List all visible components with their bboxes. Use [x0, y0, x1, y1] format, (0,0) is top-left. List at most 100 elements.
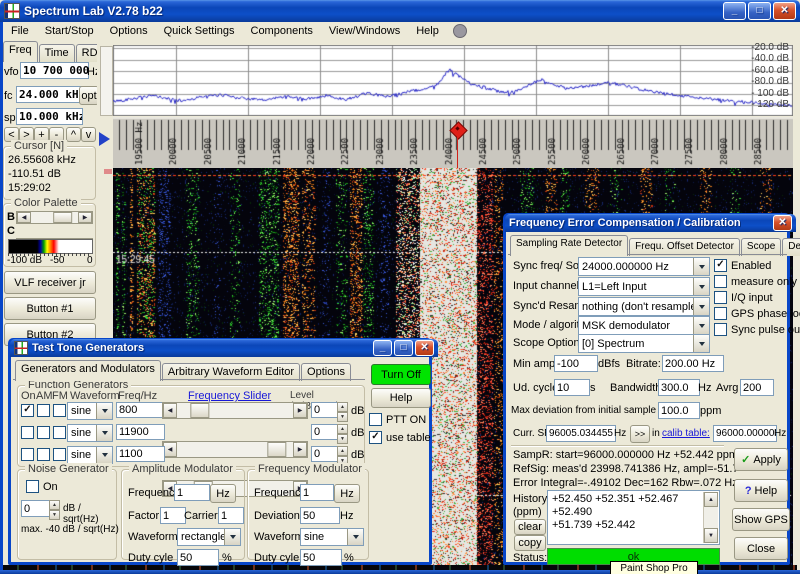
- frequency-scale[interactable]: [113, 117, 793, 168]
- menu-options[interactable]: Options: [102, 23, 156, 39]
- dialog-checkbox[interactable]: [714, 291, 727, 304]
- gen-fm-checkbox[interactable]: [53, 426, 66, 439]
- gen-am-checkbox[interactable]: [37, 404, 50, 417]
- menu-file[interactable]: File: [3, 23, 37, 39]
- gen-am-checkbox[interactable]: [37, 426, 50, 439]
- ptt-on-checkbox[interactable]: [369, 413, 382, 426]
- gen-level-spinner[interactable]: ▲ ▼: [337, 402, 348, 422]
- gen-frequency-slider[interactable]: ◀▶: [162, 402, 308, 419]
- form-row-select[interactable]: nothing (don't resample): [578, 297, 710, 316]
- noise-generator-group: Noise Generator On 0 ▲ ▼ dB / sqrt(Hz) ma…: [17, 463, 119, 560]
- am-factor-input[interactable]: 1: [160, 507, 186, 524]
- freq-up-button[interactable]: ^: [66, 127, 81, 142]
- tab-sampling-rate-detector[interactable]: Sampling Rate Detector: [510, 235, 629, 256]
- min-ampl-input[interactable]: -100: [554, 355, 598, 372]
- close-dialog-button[interactable]: Close: [734, 537, 788, 560]
- form-row-select[interactable]: L1=Left Input: [578, 277, 710, 296]
- brightness-slider[interactable]: ◀ ▶: [16, 211, 93, 224]
- frequency-slider-link[interactable]: Frequency Slider: [188, 390, 271, 402]
- fm-deviation-input[interactable]: 50: [300, 507, 340, 524]
- menu-start-stop[interactable]: Start/Stop: [37, 23, 102, 39]
- apply-button[interactable]: ✓ Apply: [734, 448, 788, 471]
- menu-quick-settings[interactable]: Quick Settings: [156, 23, 243, 39]
- dialog-checkbox[interactable]: [714, 259, 727, 272]
- sr-forward-button[interactable]: >>: [630, 425, 650, 443]
- bitrate-input[interactable]: 200.00 Hz: [662, 355, 724, 372]
- freq-dialog-titlebar[interactable]: Frequency Error Compensation / Calibrati…: [505, 214, 796, 232]
- avrg-input[interactable]: 200: [740, 379, 774, 396]
- test-tone-maximize[interactable]: □: [394, 340, 413, 356]
- gen-waveform-select[interactable]: sine: [67, 402, 113, 420]
- spectrum-graph[interactable]: [113, 45, 793, 116]
- dialog-checkbox[interactable]: [714, 275, 727, 288]
- sp-input[interactable]: 10.000 kHz: [16, 108, 83, 125]
- history-copy-button[interactable]: copy: [514, 535, 546, 551]
- form-row-select[interactable]: 24000.000000 Hz: [578, 257, 710, 276]
- main-titlebar[interactable]: Spectrum Lab V2.78 b22 _ □ ✕: [0, 0, 800, 22]
- test-tone-close[interactable]: ✕: [415, 340, 434, 356]
- curr-sr-input[interactable]: 96005.034455: [546, 425, 616, 442]
- gen-am-checkbox[interactable]: [37, 448, 50, 461]
- form-row-select[interactable]: [0] Spectrum: [578, 334, 710, 353]
- header-fm: FM: [52, 390, 68, 402]
- gen-level-spinner[interactable]: ▲ ▼: [337, 424, 348, 444]
- show-gps-button[interactable]: Show GPS: [732, 508, 790, 531]
- bandwidth-input[interactable]: 300.0: [658, 379, 700, 396]
- am-waveform-select[interactable]: rectangle: [177, 528, 241, 546]
- tab-time[interactable]: Time: [38, 44, 75, 62]
- turn-off-button[interactable]: Turn Off: [371, 364, 431, 385]
- freq-down-button[interactable]: v: [81, 127, 96, 142]
- tab-freq[interactable]: Freq: [3, 41, 38, 62]
- vlf-receiver-button[interactable]: VLF receiver jr: [4, 271, 96, 294]
- am-duty-input[interactable]: 50: [177, 549, 219, 566]
- menu-help[interactable]: Help: [408, 23, 447, 39]
- noise-on-checkbox[interactable]: [26, 480, 39, 493]
- test-tone-minimize[interactable]: _: [373, 340, 392, 356]
- gen-on-checkbox[interactable]: [21, 448, 34, 461]
- am-carrier-input[interactable]: 1: [218, 507, 244, 524]
- calib-table-input[interactable]: 96000.000000: [713, 425, 777, 442]
- freq-dialog-close[interactable]: ✕: [773, 215, 792, 231]
- minimize-button[interactable]: _: [723, 2, 746, 20]
- calib-table-link[interactable]: calib table:: [662, 428, 710, 439]
- gen-on-checkbox[interactable]: [21, 404, 34, 417]
- fm-hz-button[interactable]: Hz: [334, 484, 360, 503]
- max-dev-input[interactable]: 100.0: [658, 402, 700, 419]
- history-scrollbar[interactable]: ▲ ▼: [703, 492, 718, 543]
- form-row-select[interactable]: MSK demodulator: [578, 316, 710, 335]
- test-tone-help-button[interactable]: Help: [371, 388, 431, 408]
- history-clear-button[interactable]: clear: [514, 519, 546, 535]
- gen-freq-input[interactable]: 800: [116, 402, 165, 418]
- menu-components[interactable]: Components: [243, 23, 321, 39]
- dialog-checkbox[interactable]: [714, 323, 727, 336]
- tab-generators-modulators[interactable]: Generators and Modulators: [15, 360, 161, 381]
- help-button[interactable]: ? Help: [734, 479, 788, 502]
- fc-input[interactable]: 24.000 kHz: [16, 86, 83, 103]
- am-hz-button[interactable]: Hz: [210, 484, 236, 503]
- gen-freq-input[interactable]: 1100: [116, 446, 165, 462]
- button-1[interactable]: Button #1: [4, 297, 96, 320]
- gen-on-checkbox[interactable]: [21, 426, 34, 439]
- fm-frequency-input[interactable]: 1: [300, 484, 334, 501]
- close-button[interactable]: ✕: [773, 2, 796, 20]
- use-table-checkbox[interactable]: [369, 431, 382, 444]
- gen-waveform-select[interactable]: sine: [67, 424, 113, 442]
- opt-button[interactable]: opt: [79, 86, 99, 105]
- fm-duty-input[interactable]: 50: [300, 549, 342, 566]
- scale-left-marker[interactable]: [99, 132, 110, 146]
- history-box[interactable]: +52.450 +52.351 +52.467 +52.490 +51.739 …: [547, 490, 720, 545]
- dialog-checkbox[interactable]: [714, 307, 727, 320]
- gen-freq-input[interactable]: 11900: [116, 424, 165, 440]
- test-tone-titlebar[interactable]: Test Tone Generators _ □ ✕: [10, 339, 438, 357]
- gen-waveform-select[interactable]: sine: [67, 446, 113, 464]
- noise-level-spinner[interactable]: ▲ ▼: [49, 500, 60, 520]
- gen-fm-checkbox[interactable]: [53, 448, 66, 461]
- menu-view-windows[interactable]: View/Windows: [321, 23, 408, 39]
- vfo-input[interactable]: 10 700 000: [20, 62, 89, 79]
- ud-cycle-input[interactable]: 10: [554, 379, 590, 396]
- fm-waveform-select[interactable]: sine: [300, 528, 364, 546]
- am-frequency-input[interactable]: 1: [174, 484, 210, 501]
- gen-fm-checkbox[interactable]: [53, 404, 66, 417]
- maximize-button[interactable]: □: [748, 2, 771, 20]
- gen-frequency-slider[interactable]: ◀▶: [162, 441, 308, 458]
